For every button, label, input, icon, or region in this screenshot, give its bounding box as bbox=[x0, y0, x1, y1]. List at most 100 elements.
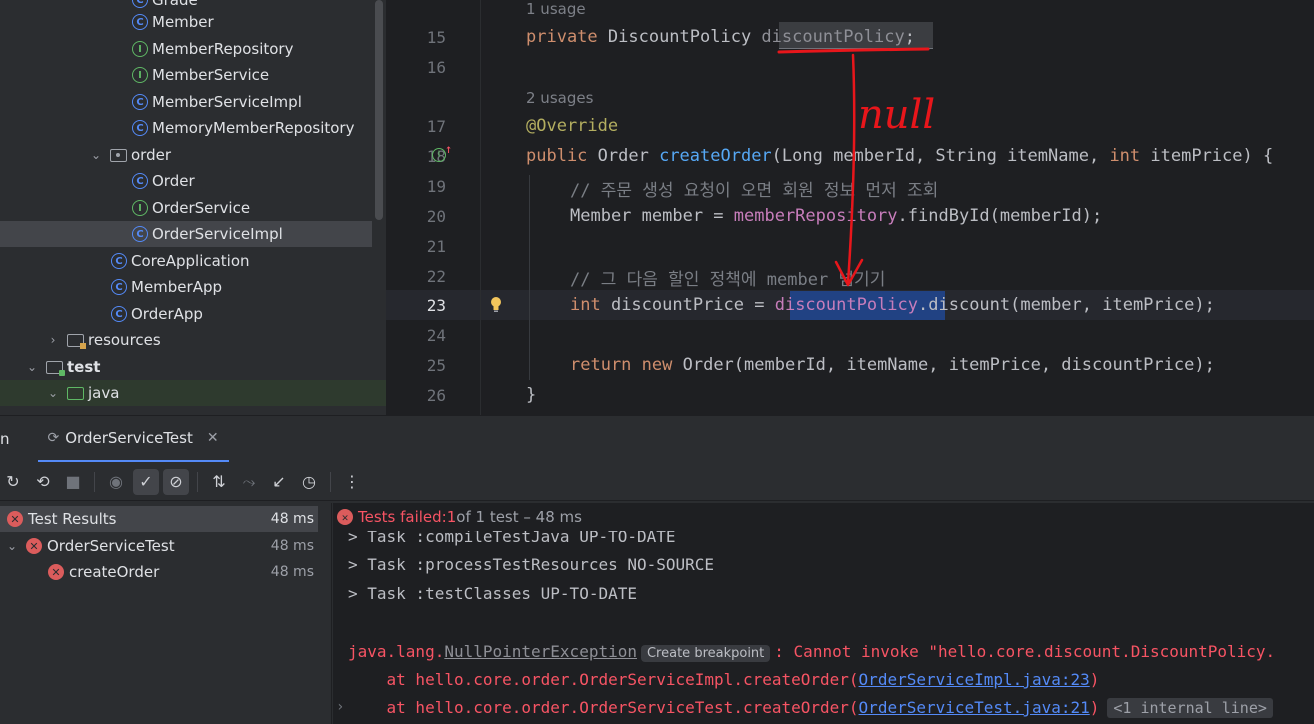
toolbar-separator bbox=[197, 471, 198, 492]
tree-item-order-package[interactable]: ⌄ order bbox=[0, 142, 372, 168]
expand-chevron-icon[interactable]: › bbox=[336, 699, 344, 715]
sort-icon[interactable]: ⇅ bbox=[206, 469, 232, 495]
code-line-19: // 주문 생성 요청이 오면 회원 정보 먼저 조회 bbox=[570, 176, 938, 201]
toolbar-separator bbox=[330, 471, 331, 492]
exception-line: java.lang.NullPointerException Create bre… bbox=[348, 642, 1275, 662]
result-label: createOrder bbox=[69, 563, 160, 581]
show-passed-icon[interactable]: ✓ bbox=[133, 468, 159, 495]
code-line-22: // 그 다음 할인 정책에 member 넘기기 bbox=[570, 265, 885, 290]
tree-item-memberserviceimpl[interactable]: C MemberServiceImpl bbox=[0, 89, 372, 115]
tree-item-label: Order bbox=[152, 172, 195, 190]
chevron-down-icon[interactable]: ⌄ bbox=[45, 386, 61, 400]
import-tests-icon[interactable]: ⤳ bbox=[236, 469, 262, 495]
keyword: public bbox=[526, 146, 588, 166]
code-line-15: private DiscountPolicy discountPolicy; bbox=[526, 27, 915, 47]
internal-lines-fold[interactable]: <1 internal line> bbox=[1107, 698, 1273, 718]
tree-item-resources[interactable]: › resources bbox=[0, 327, 372, 353]
test-class-row[interactable]: ⌄ ✕ OrderServiceTest 48 ms bbox=[0, 533, 318, 559]
more-options-icon[interactable]: ⋮ bbox=[339, 469, 365, 495]
line-number: 15 bbox=[426, 28, 446, 47]
tree-item-member[interactable]: C Member bbox=[0, 9, 372, 35]
history-icon[interactable]: ◷ bbox=[296, 469, 322, 495]
test-results-tree: ✕ Test Results 48 ms ⌄ ✕ OrderServiceTes… bbox=[0, 503, 332, 724]
tree-item-memorymemberrepository[interactable]: C MemoryMemberRepository bbox=[0, 115, 372, 141]
test-folder-icon bbox=[46, 360, 65, 376]
tree-item-orderservice[interactable]: I OrderService bbox=[0, 195, 372, 221]
gutter-separator bbox=[480, 0, 481, 415]
tree-item-test[interactable]: ⌄ test bbox=[0, 354, 372, 380]
line-number: 21 bbox=[426, 237, 446, 256]
tree-item-order[interactable]: C Order bbox=[0, 168, 372, 194]
annotation: @Override bbox=[526, 116, 619, 136]
test-run-icon: ⟳ bbox=[47, 429, 60, 446]
console-output[interactable]: > Task :compileTestJava UP-TO-DATE > Tas… bbox=[333, 503, 1314, 724]
project-tree: C Grade C Member I MemberRepository I Me… bbox=[0, 0, 386, 415]
code-editor[interactable]: 1 usage 2 usages 15 16 17 18 19 20 21 22… bbox=[386, 0, 1314, 415]
create-breakpoint-button[interactable]: Create breakpoint bbox=[640, 645, 771, 662]
show-ignored-icon[interactable]: ⊘ bbox=[163, 468, 189, 495]
tree-item-memberrepository[interactable]: I MemberRepository bbox=[0, 36, 372, 62]
test-source-folder-icon bbox=[67, 386, 84, 400]
result-time: 48 ms bbox=[270, 564, 314, 580]
test-results-root[interactable]: ✕ Test Results 48 ms bbox=[0, 506, 318, 532]
rerun-icon[interactable]: ↻ bbox=[0, 469, 26, 495]
source-link[interactable]: OrderServiceTest.java:21 bbox=[859, 698, 1090, 717]
collapse-icon[interactable]: ↙ bbox=[266, 469, 292, 495]
toolbar-separator bbox=[94, 471, 95, 492]
keyword: int bbox=[570, 295, 601, 315]
close-icon[interactable]: ✕ bbox=[207, 430, 219, 446]
rerun-failed-icon[interactable]: ⟲ bbox=[30, 469, 56, 495]
tree-item-java[interactable]: ⌄ java bbox=[0, 380, 386, 406]
chevron-down-icon[interactable]: ⌄ bbox=[4, 539, 20, 553]
tree-item-memberservice[interactable]: I MemberService bbox=[0, 62, 372, 88]
line-number: 19 bbox=[426, 177, 446, 196]
stop-icon[interactable]: ■ bbox=[60, 469, 86, 495]
override-arrow-icon[interactable]: ↑ bbox=[445, 142, 452, 156]
code-text: Order bbox=[587, 146, 660, 166]
line-number: 17 bbox=[426, 117, 446, 136]
usage-hint[interactable]: 2 usages bbox=[526, 89, 593, 107]
interface-icon: I bbox=[132, 41, 148, 57]
test-method-row[interactable]: ✕ createOrder 48 ms bbox=[0, 559, 318, 585]
tree-item-label: Member bbox=[152, 13, 214, 31]
tree-item-memberapp[interactable]: C MemberApp bbox=[0, 274, 372, 300]
keyword: new bbox=[631, 355, 673, 375]
exception-class-link[interactable]: NullPointerException bbox=[444, 642, 637, 661]
line-number: 25 bbox=[426, 356, 446, 375]
tool-window-title: n bbox=[0, 429, 10, 448]
source-link[interactable]: OrderServiceImpl.java:23 bbox=[859, 670, 1090, 689]
keyword: int bbox=[1109, 146, 1141, 166]
stack-frame: at hello.core.order.OrderServiceImpl.cre… bbox=[348, 670, 1100, 689]
unused-field: discountPolicy bbox=[761, 27, 905, 47]
chevron-down-icon[interactable]: ⌄ bbox=[88, 148, 104, 162]
code-line-23: int discountPrice = discountPolicy.disco… bbox=[570, 295, 1215, 315]
tree-item-orderapp[interactable]: C OrderApp bbox=[0, 301, 372, 327]
tree-item-label: MemberServiceImpl bbox=[152, 93, 302, 111]
lightbulb-icon[interactable] bbox=[490, 296, 502, 312]
eye-icon[interactable]: ◉ bbox=[103, 469, 129, 495]
chevron-down-icon[interactable]: ⌄ bbox=[24, 360, 40, 374]
class-icon: C bbox=[132, 226, 148, 242]
field-reference: memberRepository bbox=[733, 206, 898, 226]
tree-item-orderserviceimpl[interactable]: C OrderServiceImpl bbox=[0, 221, 372, 247]
failed-count: 1 bbox=[446, 508, 457, 526]
tree-scrollbar[interactable] bbox=[375, 0, 383, 220]
tree-item-label: java bbox=[88, 384, 120, 402]
tab-orderservicetest[interactable]: ⟳ OrderServiceTest ✕ bbox=[37, 416, 229, 462]
implements-gutter-icon[interactable]: I bbox=[432, 148, 446, 162]
tree-item-coreapplication[interactable]: C CoreApplication bbox=[0, 248, 372, 274]
code-text: .findById(memberId); bbox=[897, 206, 1103, 226]
result-time: 48 ms bbox=[270, 538, 314, 554]
chevron-right-icon[interactable]: › bbox=[45, 333, 61, 347]
stack-frame-text: at hello.core.order.OrderServiceImpl.cre… bbox=[348, 670, 859, 689]
console-line: > Task :processTestResources NO-SOURCE bbox=[348, 555, 715, 574]
code-text: itemPrice) { bbox=[1140, 146, 1274, 166]
usage-hint[interactable]: 1 usage bbox=[526, 0, 586, 18]
code-text: .discount(member, itemPrice); bbox=[918, 295, 1215, 315]
run-tool-window: n ⟳ OrderServiceTest ✕ ↻ ⟲ ■ ◉ ✓ ⊘ ⇅ ⤳ ↙… bbox=[0, 415, 1314, 724]
tree-item-label: OrderService bbox=[152, 199, 251, 217]
tree-item-label: MemberApp bbox=[131, 278, 223, 296]
code-line-17: @Override bbox=[526, 116, 618, 136]
failed-icon: ✕ bbox=[337, 509, 353, 525]
tree-item-label: OrderApp bbox=[131, 305, 203, 323]
